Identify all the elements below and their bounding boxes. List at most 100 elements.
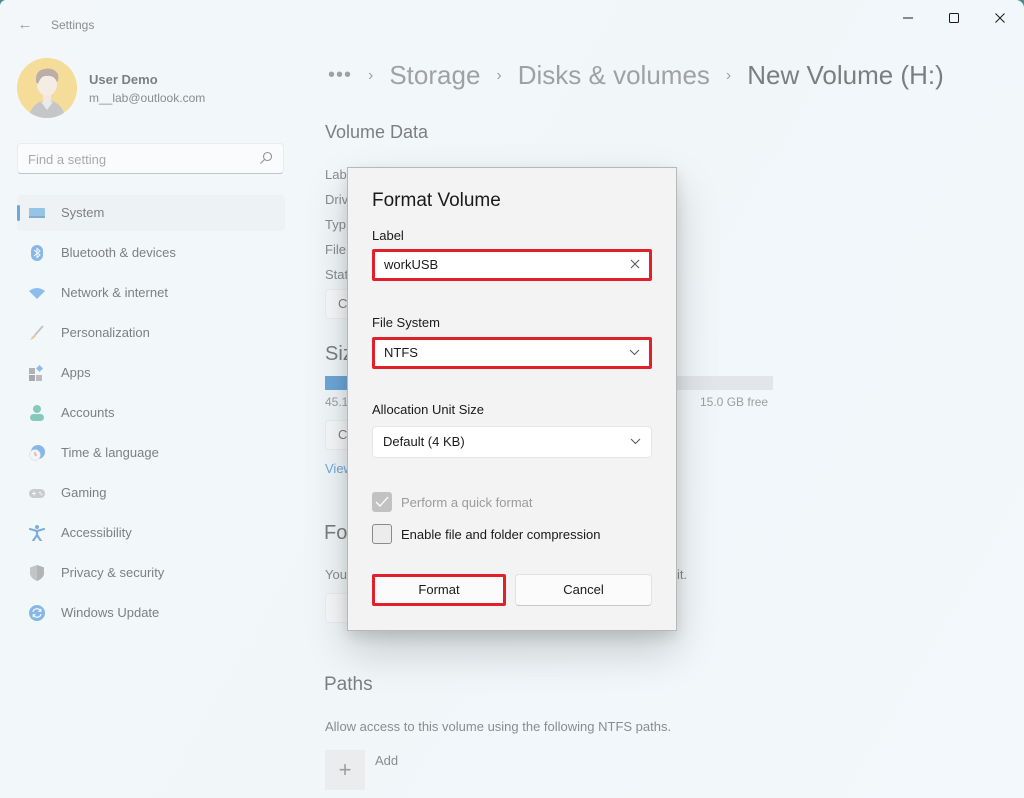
shield-icon (30, 565, 44, 581)
breadcrumb-current-page: New Volume (H:) (747, 60, 944, 90)
sidebar-item-label: Apps (61, 365, 91, 380)
sidebar-item-network[interactable]: Network & internet (17, 275, 285, 311)
plus-icon: + (338, 757, 352, 782)
format-description-tail: it. (677, 567, 688, 582)
sync-icon (29, 605, 45, 621)
format-description: You (325, 567, 347, 582)
format-button[interactable]: Format (372, 574, 506, 606)
sidebar-item-label: Accessibility (61, 525, 132, 540)
close-button[interactable] (977, 6, 1023, 30)
minimize-icon (903, 17, 913, 19)
paintbrush-icon (30, 325, 44, 340)
chevron-right-icon: › (496, 66, 502, 84)
search-box[interactable] (17, 143, 284, 174)
breadcrumb-more-button[interactable]: ••• (328, 64, 352, 87)
filesystem-value: NTFS (384, 345, 418, 360)
sidebar-item-label: System (61, 205, 105, 220)
accessibility-icon (29, 525, 45, 541)
add-path-label[interactable]: Add (375, 753, 398, 768)
sidebar-item-windows-update[interactable]: Windows Update (17, 595, 285, 631)
breadcrumb-disks-volumes[interactable]: Disks & volumes (518, 60, 710, 91)
filesystem-field-label: File System (372, 315, 440, 330)
sidebar-item-bluetooth[interactable]: Bluetooth & devices (17, 235, 285, 271)
compression-checkbox[interactable] (372, 524, 392, 544)
sidebar-item-accounts[interactable]: Accounts (17, 395, 285, 431)
format-volume-dialog: Format Volume Label workUSB File System … (347, 167, 677, 631)
minimize-button[interactable] (885, 6, 931, 30)
filesystem-select[interactable]: NTFS (372, 337, 652, 369)
sidebar-item-accessibility[interactable]: Accessibility (17, 515, 285, 551)
volume-field-label: Lab (325, 167, 347, 182)
sidebar-item-personalization[interactable]: Personalization (17, 315, 285, 351)
cancel-button[interactable]: Cancel (515, 574, 652, 606)
wifi-icon (29, 288, 45, 299)
sidebar-item-gaming[interactable]: Gaming (17, 475, 285, 511)
monitor-icon (29, 208, 45, 218)
volume-label-value: workUSB (384, 257, 439, 272)
clear-icon[interactable] (630, 259, 640, 269)
breadcrumb-storage[interactable]: Storage (389, 60, 480, 91)
sidebar-item-label: Windows Update (61, 605, 160, 620)
allocation-unit-select[interactable]: Default (4 KB) (372, 426, 652, 458)
sidebar-item-system[interactable]: System (17, 195, 285, 231)
title-bar: ← Settings (0, 0, 1024, 48)
sidebar-item-label: Privacy & security (61, 565, 165, 580)
close-icon (995, 13, 1005, 23)
usage-free-text: 15.0 GB free (700, 395, 769, 409)
allocation-unit-value: Default (4 KB) (383, 434, 465, 449)
avatar (17, 58, 77, 118)
sidebar-item-apps[interactable]: Apps (17, 355, 285, 391)
sidebar-item-privacy-security[interactable]: Privacy & security (17, 555, 285, 591)
label-field-label: Label (372, 228, 404, 243)
sidebar-item-label: Network & internet (61, 285, 168, 300)
volume-label-input[interactable]: workUSB (372, 249, 652, 281)
sidebar-nav: System Bluetooth & devices Network & int… (17, 195, 285, 635)
clock-globe-icon (29, 445, 45, 461)
sidebar-item-time-language[interactable]: Time & language (17, 435, 285, 471)
bluetooth-icon (31, 245, 43, 261)
gamepad-icon (29, 489, 45, 498)
dialog-title: Format Volume (372, 190, 501, 211)
quick-format-label: Perform a quick format (401, 494, 533, 510)
user-email: m__lab@outlook.com (89, 90, 206, 105)
person-icon (30, 405, 44, 421)
user-name: User Demo (89, 71, 158, 87)
settings-window: ← Settings User Demo m__lab@outlook.com (0, 0, 1024, 798)
usage-used-text: 45.1 (325, 395, 349, 409)
search-input[interactable] (28, 150, 248, 168)
add-path-button[interactable]: + (325, 750, 365, 790)
allocation-field-label: Allocation Unit Size (372, 402, 484, 417)
volume-field-filesystem: File (325, 242, 346, 257)
sidebar-item-label: Bluetooth & devices (61, 245, 176, 260)
active-indicator (17, 205, 20, 221)
chevron-down-icon (629, 349, 640, 356)
checkmark-icon (375, 496, 389, 507)
sidebar-item-label: Gaming (61, 485, 107, 500)
quick-format-checkbox-row[interactable]: Perform a quick format (372, 492, 533, 512)
volume-field-type: Typ (325, 217, 346, 232)
breadcrumb: ••• › Storage › Disks & volumes › New Vo… (328, 60, 944, 91)
sidebar-item-label: Personalization (61, 325, 150, 340)
maximize-button[interactable] (931, 6, 977, 30)
maximize-icon (949, 13, 959, 23)
volume-field-status: Stat (325, 267, 349, 282)
paths-description: Allow access to this volume using the fo… (325, 719, 672, 734)
chevron-right-icon: › (725, 66, 732, 84)
volume-data-title: Volume Data (325, 122, 429, 142)
compression-checkbox-row[interactable]: Enable file and folder compression (372, 524, 600, 544)
volume-field-drive: Driv (325, 192, 349, 207)
compression-label: Enable file and folder compression (401, 526, 601, 542)
chevron-right-icon: › (368, 66, 374, 84)
user-profile[interactable]: User Demo m__lab@outlook.com (17, 58, 205, 118)
back-button[interactable]: ← (14, 14, 36, 36)
paths-title: Paths (324, 674, 373, 695)
sidebar-item-label: Time & language (61, 445, 159, 460)
sidebar-item-label: Accounts (61, 405, 115, 420)
user-avatar-icon (17, 58, 77, 118)
apps-icon (29, 365, 44, 381)
quick-format-checkbox[interactable] (372, 492, 392, 512)
search-icon[interactable] (259, 151, 273, 165)
app-title: Settings (51, 18, 95, 32)
back-arrow-icon: ← (17, 16, 33, 33)
chevron-down-icon (630, 438, 641, 445)
